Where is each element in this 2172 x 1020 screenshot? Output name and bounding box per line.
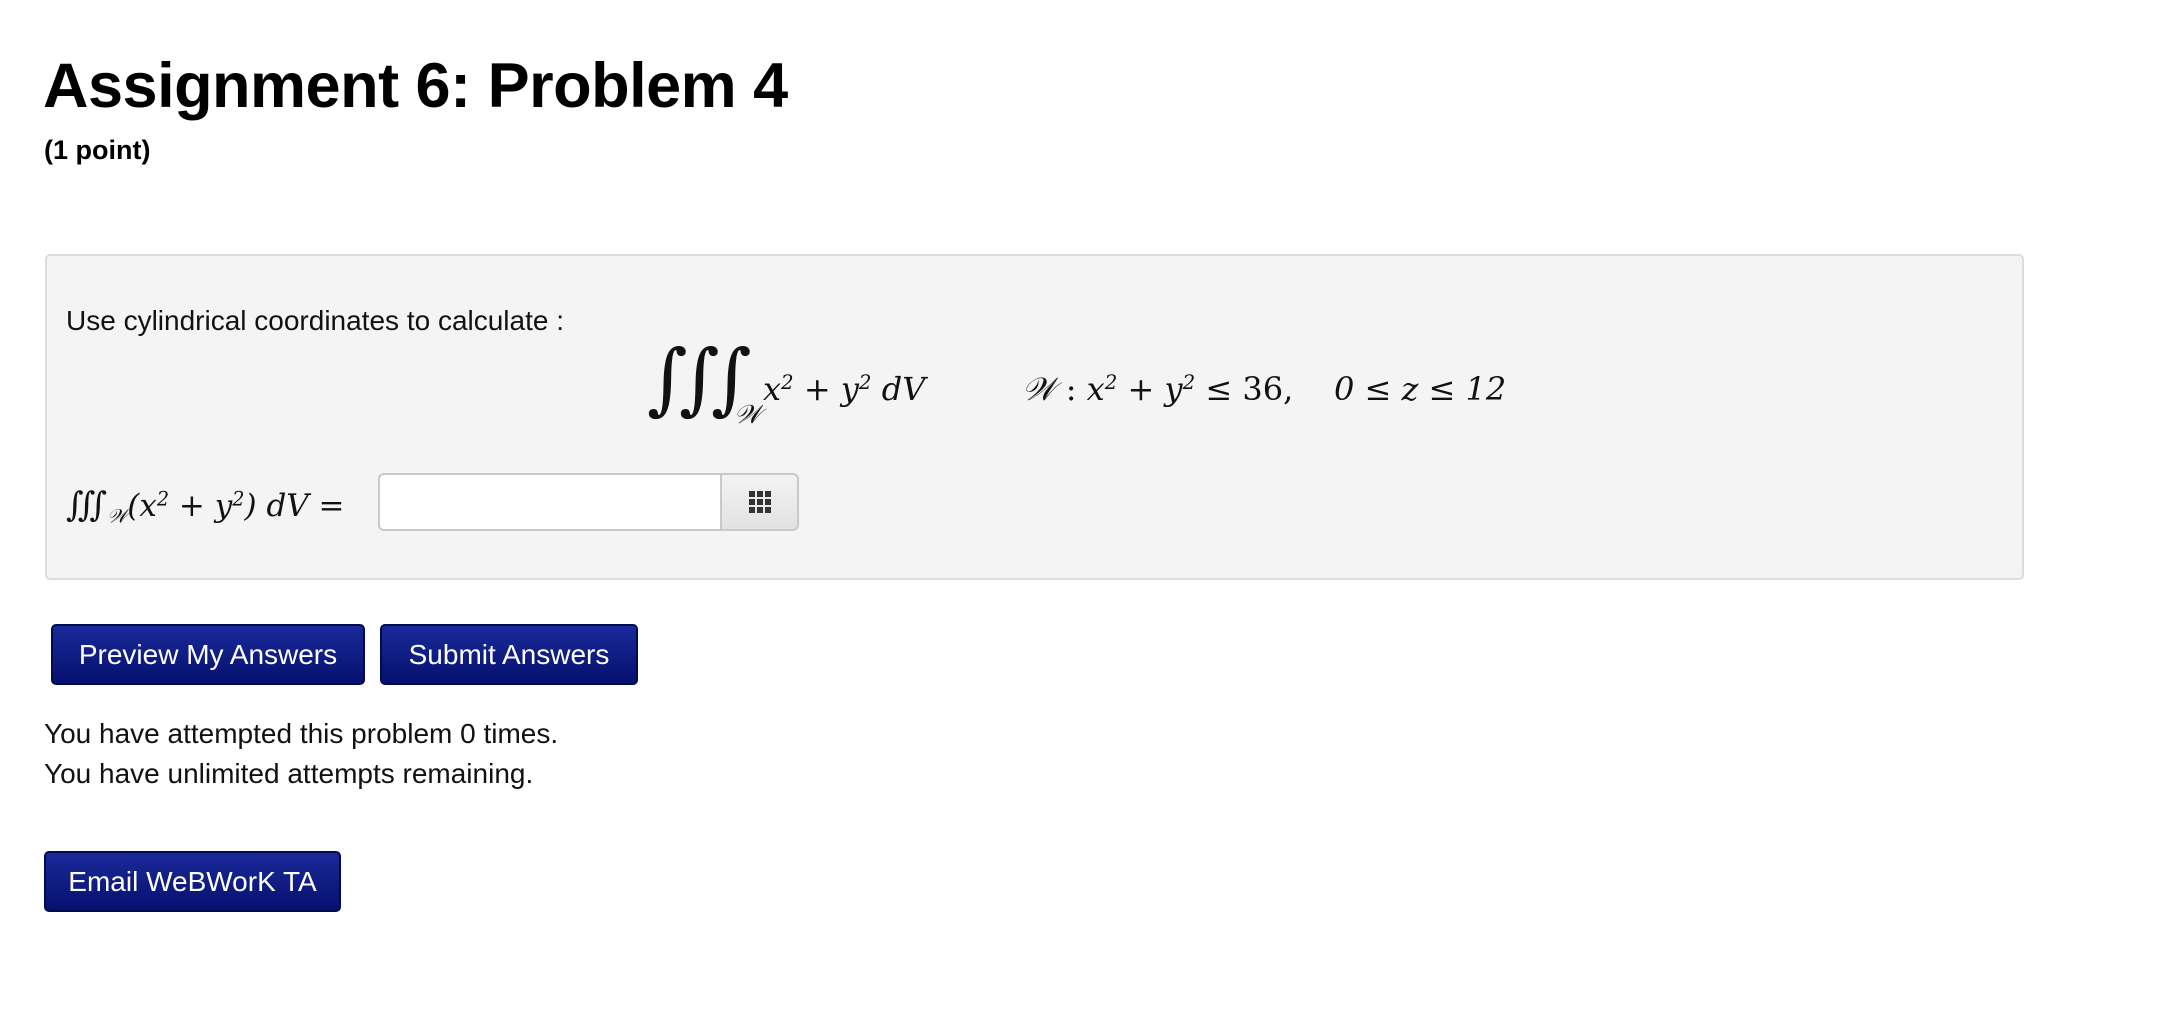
grid-icon: [748, 491, 771, 513]
preview-answers-button[interactable]: Preview My Answers: [51, 624, 365, 685]
attempts-remaining-text: You have unlimited attempts remaining.: [44, 758, 534, 789]
problem-box: Use cylindrical coordinates to calculate…: [45, 254, 2024, 580]
answer-palette-button[interactable]: [720, 473, 799, 531]
email-ta-button[interactable]: Email WeBWorK TA: [44, 851, 341, 912]
triple-integral-equation: ∫ ∫ ∫ 𝒲 x2 + y2 dV 𝒲 : x2 + y2 ≤ 36, 0 ≤…: [647, 340, 1547, 436]
attempts-made-text: You have attempted this problem 0 times.: [44, 718, 559, 749]
integrand: x2 + y2 dV: [763, 370, 926, 408]
integration-region: 𝒲 : x2 + y2 ≤ 36, 0 ≤ z ≤ 12: [1022, 370, 1507, 408]
page-title: Assignment 6: Problem 4: [43, 51, 788, 121]
integral-domain: 𝒲: [734, 400, 762, 430]
submit-answers-button[interactable]: Submit Answers: [380, 624, 638, 685]
z-range: 0 ≤ z ≤ 12: [1333, 370, 1507, 408]
answer-row: ∫∫∫ 𝒲(x2 + y2) dV =: [66, 473, 826, 533]
answer-label: ∫∫∫ 𝒲(x2 + y2) dV =: [66, 485, 345, 528]
problem-instructions: Use cylindrical coordinates to calculate…: [66, 305, 565, 336]
problem-points: (1 point): [44, 135, 151, 165]
answer-input[interactable]: [378, 473, 720, 531]
